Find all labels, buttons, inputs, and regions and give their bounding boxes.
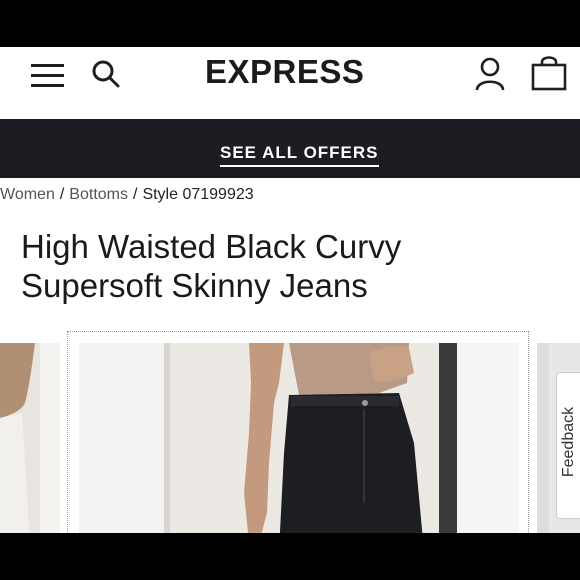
breadcrumb-women[interactable]: Women xyxy=(0,186,55,203)
breadcrumb-separator: / xyxy=(59,186,65,203)
menu-icon[interactable] xyxy=(31,62,64,88)
search-icon[interactable] xyxy=(90,58,122,90)
product-image-gallery xyxy=(0,331,580,533)
product-page: EXPRESS SEE ALL OFFERS Women / Bottoms / Sty… xyxy=(0,47,580,533)
breadcrumb-style-number: Style 07199923 xyxy=(142,186,254,203)
breadcrumb: Women / Bottoms / Style 07199923 xyxy=(0,186,254,204)
see-all-offers-link[interactable]: SEE ALL OFFERS xyxy=(220,143,379,167)
shopping-bag-icon[interactable] xyxy=(530,55,568,91)
brand-logo[interactable]: EXPRESS xyxy=(205,53,385,91)
account-icon[interactable] xyxy=(474,57,506,91)
breadcrumb-separator: / xyxy=(132,186,138,203)
offers-banner: SEE ALL OFFERS xyxy=(0,119,580,178)
site-header: EXPRESS xyxy=(0,47,580,117)
breadcrumb-bottoms[interactable]: Bottoms xyxy=(69,186,128,203)
product-title: High Waisted Black Curvy Supersoft Skinn… xyxy=(21,228,402,304)
feedback-label: Feedback xyxy=(560,406,577,478)
product-main-image[interactable] xyxy=(79,343,519,533)
previous-product-image[interactable] xyxy=(0,343,60,533)
feedback-tab[interactable]: Feedback xyxy=(556,372,580,519)
